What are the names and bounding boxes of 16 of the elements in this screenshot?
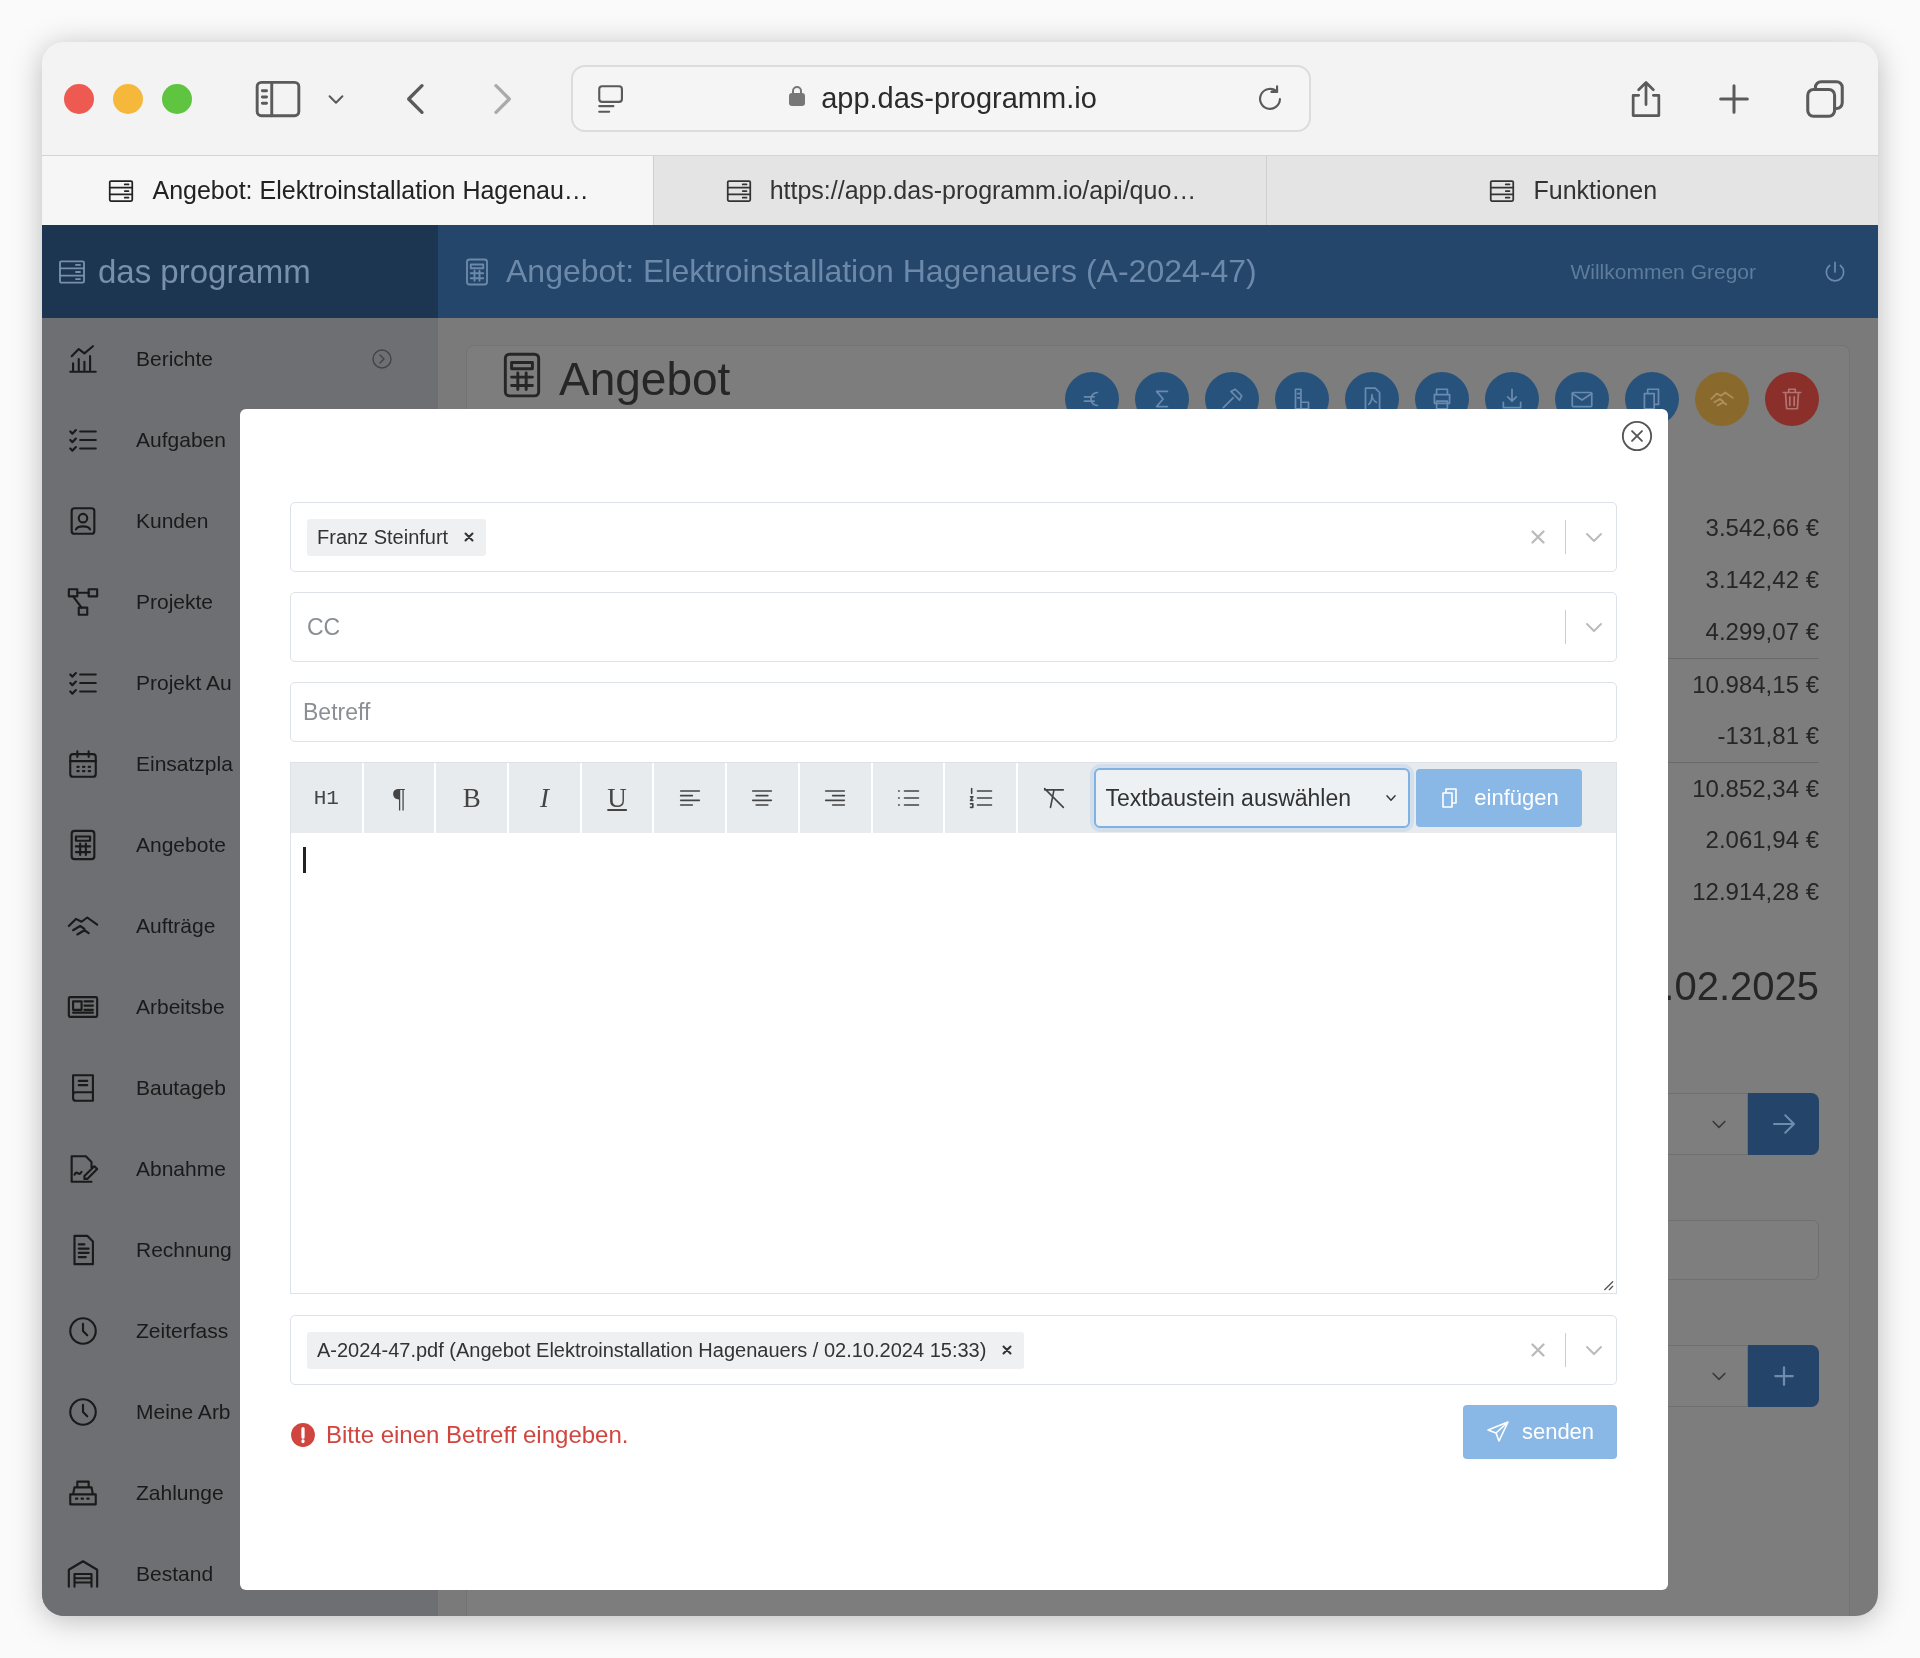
date-text: .02.2025 xyxy=(1663,964,1819,1009)
amount-value: 3.142,42 € xyxy=(1705,566,1819,594)
amount-value: 12.914,28 € xyxy=(1692,878,1819,906)
page-title: Angebot: Elektroinstallation Hagenauers (A-2024-47) xyxy=(506,253,1258,290)
attachment-tag: A-2024-47.pdf (Angebot Elektroinstallation Hagenauers / 02.10.2024 15:33) xyxy=(307,1331,1025,1369)
welcome-text: Willkommen Gregor xyxy=(1570,259,1756,284)
brand-name: das programm xyxy=(98,252,311,291)
amount-value: 3.542,66 € xyxy=(1705,514,1819,542)
amount-value: 2.061,94 € xyxy=(1705,826,1819,854)
amount-value: 10.852,34 € xyxy=(1692,774,1819,803)
amount-value: 4.299,07 € xyxy=(1705,618,1819,646)
amount-value: -131,81 € xyxy=(1717,722,1819,750)
recipient-tag: Franz Steinfurt xyxy=(307,518,487,556)
amount-value: 10.984,15 € xyxy=(1692,670,1819,699)
url-text: app.das-programm.io xyxy=(629,82,1253,115)
error-message: Bitte einen Betreff eingeben. xyxy=(326,1421,629,1449)
